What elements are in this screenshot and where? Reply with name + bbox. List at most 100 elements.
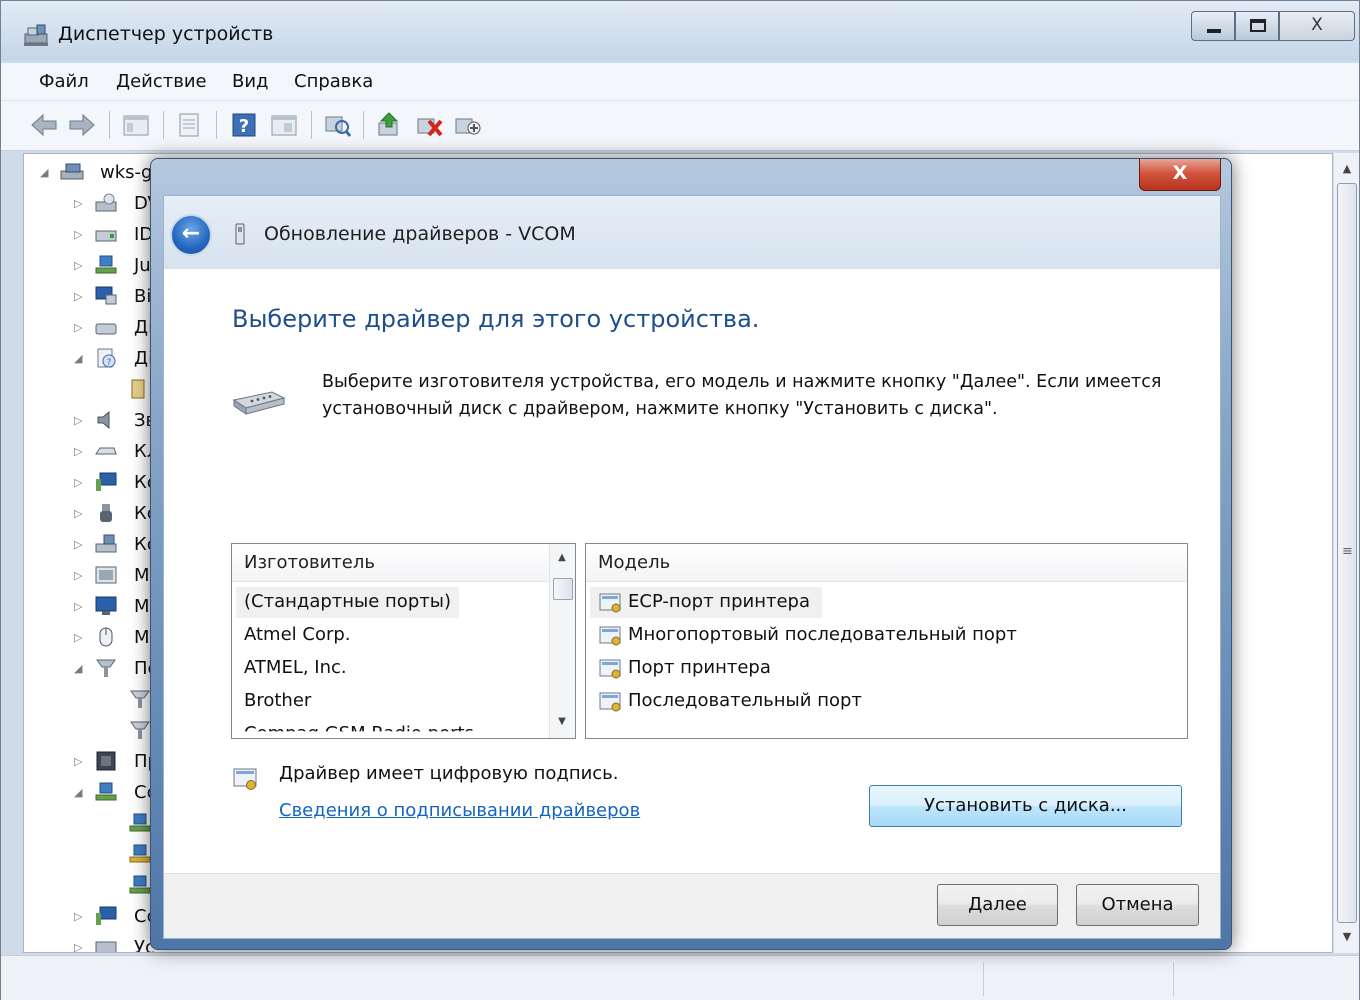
close-button[interactable]: X [1279, 11, 1355, 41]
tree-item[interactable]: ▷ Кл [24, 437, 164, 465]
network-adapter-icon [95, 782, 117, 801]
list-item[interactable]: Atmel Corp. [236, 620, 359, 651]
uninstall-icon[interactable] [415, 111, 445, 139]
ide-controller-icon [95, 230, 117, 242]
tree-item[interactable]: ▷ Bi [24, 282, 164, 310]
expand-arrow-icon[interactable]: ▷ [74, 507, 82, 520]
tree-child[interactable] [24, 840, 164, 868]
tree-item[interactable]: ▷ Мс [24, 623, 164, 651]
tree-item[interactable]: ▷ Кс [24, 530, 164, 558]
show-hide-tree-icon[interactable] [121, 111, 151, 139]
scan-hardware-icon[interactable] [323, 111, 353, 139]
list-item[interactable]: ATMEL, Inc. [236, 653, 355, 684]
tree-item[interactable]: ▷ Ju [24, 251, 164, 279]
model-header[interactable]: Модель [586, 544, 1187, 582]
tree-scrollbar[interactable]: ▲ ≡ ▼ [1333, 153, 1359, 953]
tree-item[interactable]: ▷ ID [24, 220, 164, 248]
properties-icon[interactable] [174, 111, 204, 139]
manufacturer-scrollbar[interactable]: ▲ ▼ [549, 544, 575, 738]
tree-item[interactable]: ▷ Сс [24, 902, 164, 930]
expand-arrow-icon[interactable]: ▷ [74, 476, 82, 489]
tree-child[interactable] [24, 685, 164, 713]
disable-device-icon[interactable] [453, 111, 483, 139]
disk-drive-icon [95, 323, 117, 335]
expand-arrow-icon[interactable]: ▷ [74, 910, 82, 923]
certificate-icon [599, 692, 621, 712]
list-item[interactable]: ECP-порт принтера [590, 587, 822, 618]
serial-port-icon [232, 391, 286, 415]
expand-arrow-icon[interactable]: ▷ [74, 631, 82, 644]
tree-item[interactable]: ▷ Дi [24, 313, 164, 341]
device-manager-icon [24, 24, 48, 46]
scroll-down-icon[interactable]: ▼ [550, 710, 574, 734]
expand-arrow-icon[interactable]: ▷ [74, 414, 82, 427]
list-item[interactable]: Compaq GSM Radio ports [236, 719, 482, 731]
manufacturer-header[interactable]: Изготовитель [232, 544, 550, 582]
update-driver-icon[interactable] [375, 111, 405, 139]
tree-item[interactable]: ▷ Мс [24, 592, 164, 620]
driver-signing-link[interactable]: Сведения о подписывании драйверов [279, 800, 640, 821]
expand-arrow-icon[interactable]: ▷ [74, 228, 82, 241]
tree-item[interactable]: ▷ DV [24, 189, 164, 217]
collapse-arrow-icon[interactable]: ◢ [74, 786, 82, 799]
menu-file[interactable]: Файл [39, 71, 89, 92]
cancel-button[interactable]: Отмена [1076, 884, 1199, 926]
close-icon: X [1311, 15, 1323, 35]
back-button[interactable]: ← [170, 214, 212, 256]
back-arrow-icon[interactable] [29, 111, 59, 139]
model-listbox[interactable]: Модель ECP-порт принтера Многопортовый п… [585, 543, 1188, 739]
tree-item[interactable]: ▷ Мс [24, 561, 164, 589]
expand-arrow-icon[interactable]: ▷ [74, 259, 82, 272]
help-icon[interactable]: ? [229, 111, 259, 139]
tree-root[interactable]: ◢ wks-g [24, 158, 164, 186]
manufacturer-listbox[interactable]: Изготовитель (Стандартные порты) Atmel C… [231, 543, 576, 739]
expand-arrow-icon[interactable]: ▷ [74, 600, 82, 613]
expand-arrow-icon[interactable]: ▷ [74, 290, 82, 303]
expand-arrow-icon[interactable]: ▷ [74, 445, 82, 458]
expand-arrow-icon[interactable]: ▷ [74, 321, 82, 334]
tree-child[interactable] [24, 809, 164, 837]
port-icon [130, 721, 150, 739]
expand-arrow-icon[interactable]: ▷ [74, 197, 82, 210]
minimize-button[interactable] [1191, 11, 1235, 41]
scroll-down-icon[interactable]: ▼ [1334, 925, 1360, 949]
tree-child[interactable] [24, 716, 164, 744]
list-item[interactable]: Brother [236, 686, 319, 717]
next-button[interactable]: Далее [937, 884, 1058, 926]
tree-child[interactable] [24, 375, 164, 403]
forward-arrow-icon[interactable] [67, 111, 97, 139]
expand-arrow-icon[interactable]: ▷ [74, 569, 82, 582]
expand-arrow-icon[interactable]: ▷ [74, 538, 82, 551]
scroll-up-icon[interactable]: ▲ [1334, 157, 1360, 181]
tree-item[interactable]: ▷ Кс [24, 499, 164, 527]
tree-item[interactable]: ▷ Пр [24, 747, 164, 775]
have-disk-button[interactable]: Установить с диска... [869, 785, 1182, 827]
tree-child[interactable] [24, 871, 164, 899]
close-icon: X [1172, 162, 1188, 184]
scroll-thumb[interactable]: ≡ [1337, 183, 1357, 923]
scroll-up-icon[interactable]: ▲ [550, 546, 574, 570]
tree-item[interactable]: ▷ Зв [24, 406, 164, 434]
maximize-button[interactable] [1235, 11, 1279, 41]
tree-item[interactable]: ▷ Кс [24, 468, 164, 496]
list-item[interactable]: (Стандартные порты) [236, 587, 459, 618]
menu-view[interactable]: Вид [232, 71, 269, 92]
collapse-arrow-icon[interactable]: ◢ [74, 352, 82, 365]
collapse-arrow-icon[interactable]: ◢ [74, 662, 82, 675]
port-icon [130, 690, 150, 708]
certificate-icon [599, 593, 621, 613]
expand-arrow-icon[interactable]: ▷ [74, 755, 82, 768]
tree-item[interactable]: ▷ Ус [24, 933, 164, 952]
instruction-text: Выберите изготовителя устройства, его мо… [322, 372, 1162, 419]
tree-item[interactable]: ◢ Пс [24, 654, 164, 682]
tree-item[interactable]: ◢ Сс [24, 778, 164, 806]
mouse-icon [99, 627, 113, 647]
dialog-close-button[interactable]: X [1139, 159, 1221, 191]
tree-item[interactable]: ◢? Дi [24, 344, 164, 372]
scroll-thumb[interactable] [553, 578, 573, 600]
view-icon[interactable] [269, 111, 299, 139]
menu-action[interactable]: Действие [116, 71, 207, 92]
collapse-arrow-icon[interactable]: ◢ [40, 166, 48, 179]
expand-arrow-icon[interactable]: ▷ [74, 941, 82, 952]
menu-help[interactable]: Справка [294, 71, 373, 92]
